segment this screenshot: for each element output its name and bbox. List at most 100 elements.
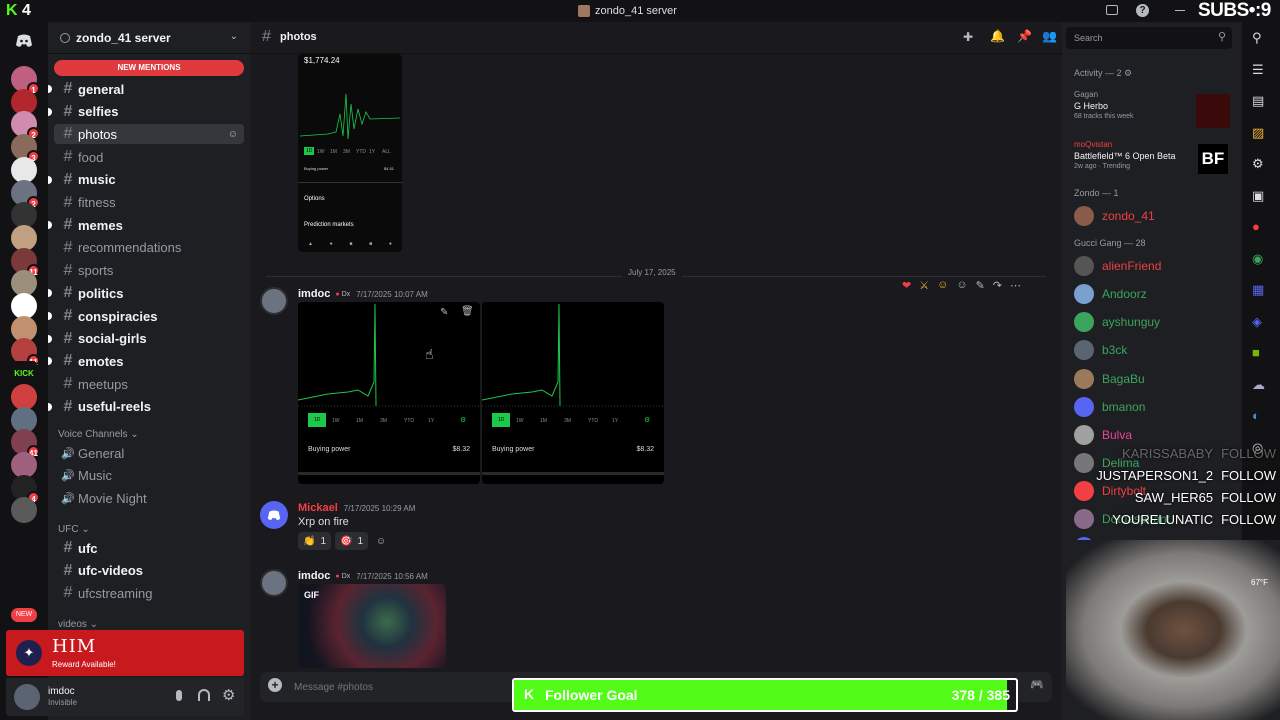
timeframe-tab: 3M [343,149,350,155]
server-header[interactable]: zondo_41 server ⌄ [48,22,250,54]
layout-icon[interactable]: ☰ [1252,62,1264,78]
pin-icon[interactable]: 📌 [1017,29,1032,43]
search-input[interactable]: Search ⚲ [1066,27,1232,49]
gamepad-icon[interactable]: 🎮 [1030,678,1044,691]
add-member-icon[interactable]: ☺ [228,129,238,140]
calendar-icon[interactable]: ▦ [1252,282,1264,298]
discord-home-icon[interactable] [11,28,37,54]
member-item[interactable]: b3ck [1074,338,1127,362]
bell-icon[interactable]: 🔔 [990,29,1005,43]
add-reaction-icon[interactable]: ☺ [372,532,390,550]
discord-app-icon[interactable]: ◈ [1252,314,1262,330]
follow-action: FOLLOW [1221,490,1276,505]
member-item[interactable]: Bulva [1074,423,1132,447]
reaction-chip[interactable]: 👏 1 [298,532,332,550]
gear-icon[interactable]: ⚙ [222,686,235,704]
videos-category[interactable]: videos ⌄ [58,619,98,630]
voice-channel-music[interactable]: 🔊 Music [54,466,244,486]
inbox-icon[interactable] [1106,5,1118,15]
member-item[interactable]: Andoorz [1074,282,1147,306]
headphones-icon[interactable] [198,689,210,701]
channel-food[interactable]: # food [54,147,244,167]
trash-icon[interactable]: 🗑 [461,306,474,317]
server-icon[interactable] [11,156,37,183]
user-avatar[interactable] [260,287,288,315]
chrome-icon[interactable]: ◉ [1252,251,1263,267]
threads-icon[interactable]: ✚ [963,30,973,44]
channel-memes[interactable]: # memes [48,215,244,235]
steam-icon[interactable]: ◐ [1252,408,1260,423]
channel-label: social-girls [78,331,147,347]
channel-general[interactable]: # general [48,79,244,99]
message-author[interactable]: imdoc [298,288,330,300]
members-icon[interactable]: 👥 [1042,29,1057,43]
voice-channel-general[interactable]: 🔊 General [54,443,244,463]
user-avatar[interactable] [14,684,40,710]
member-item[interactable]: alienFriend [1074,254,1161,278]
member-item[interactable]: zondo_41 [1074,204,1155,228]
channel-ufcstreaming[interactable]: # ufcstreaming [54,583,244,603]
channel-label: selfies [78,104,119,120]
new-mentions-banner[interactable]: NEW MENTIONS [54,60,244,76]
search-icon[interactable]: ⚲ [1252,30,1262,46]
server-icon[interactable] [11,383,37,410]
stock-chart-image[interactable]: 1D 1W 1M 3M YTD 1Y ⚙ Buying power $8.32 [298,302,480,484]
member-item[interactable]: bmanon [1074,395,1145,419]
promo-subtitle: Reward Available! [52,660,116,669]
channel-ufc[interactable]: # ufc [54,538,244,558]
channel-conspiracies[interactable]: # conspiracies [48,306,244,326]
add-attachment-icon[interactable]: + [268,678,282,692]
channel-meetups[interactable]: # meetups [54,374,244,394]
channel-label: ufc [78,540,98,556]
channel-ufc-videos[interactable]: # ufc-videos [54,561,244,581]
ufc-category[interactable]: UFC ⌄ [58,524,90,535]
folder-icon[interactable]: ▨ [1252,125,1264,141]
timeframe-tab: 1M [330,149,337,155]
window-icon[interactable]: ▣ [1252,188,1264,204]
follow-action: FOLLOW [1221,512,1276,527]
gear-icon[interactable]: ⚙ [1252,156,1264,172]
server-icon[interactable] [11,224,37,251]
new-badge[interactable]: NEW [11,608,37,622]
stock-screenshot-image[interactable]: $1,774.24 1D 1W 1M 3M YTD 1Y ALL Buying power … [298,54,402,252]
message-author[interactable]: imdoc [298,570,330,582]
channel-social-girls[interactable]: # social-girls [48,329,244,349]
member-avatar [1074,312,1094,333]
reaction-bar: 👏 1 🎯 1 ☺ [298,532,390,550]
channel-emotes[interactable]: # emotes [48,351,244,371]
member-item[interactable]: BagaBu [1074,367,1145,391]
channel-recommendations[interactable]: # recommendations [54,238,244,258]
voice-channel-movie-night[interactable]: 🔊 Movie Night [54,488,244,508]
nvidia-icon[interactable]: ■ [1252,345,1260,360]
message-author[interactable]: Mickael [298,502,338,514]
promo-banner[interactable]: ✦ HIM Reward Available! [6,630,244,676]
minimize-icon[interactable] [1175,10,1185,11]
kick-logo-icon: K [524,686,535,702]
voice-channels-category[interactable]: Voice Channels ⌄ [58,429,139,440]
reaction-chip[interactable]: 🎯 1 [335,532,369,550]
server-icon[interactable] [11,497,37,524]
microphone-icon[interactable] [176,690,182,701]
activity-card[interactable]: Gagan G Herbo 68 tracks this week [1074,90,1234,130]
server-icon[interactable] [11,451,37,478]
user-avatar[interactable] [260,569,288,597]
list-icon[interactable]: ▤ [1252,93,1264,109]
channel-label: Music [78,468,112,484]
channel-fitness[interactable]: # fitness [54,193,244,213]
channel-selfies[interactable]: # selfies [48,102,244,122]
stock-chart-image[interactable]: 1D 1W 1M 3M YTD 1Y ⚙ Buying power $8.32 [482,302,664,484]
user-avatar[interactable] [260,501,288,529]
edit-image-icon[interactable]: ✎ [440,307,448,318]
channel-sports[interactable]: # sports [54,261,244,281]
channel-label: useful-reels [78,399,151,415]
activity-card[interactable]: moQvistan Battlefield™ 6 Open Beta 2w ag… [1074,140,1234,180]
app-icon[interactable]: ● [1252,219,1260,234]
help-icon[interactable]: ? [1136,4,1149,17]
cloud-icon[interactable]: ☁ [1252,377,1265,393]
member-item[interactable]: ayshunguy [1074,310,1160,334]
channel-politics[interactable]: # politics [48,283,244,303]
gif-image[interactable]: GIF [298,584,446,668]
channel-music[interactable]: # music [48,170,244,190]
channel-useful-reels[interactable]: # useful-reels [48,397,244,417]
channel-photos[interactable]: # photos ☺ [54,124,244,145]
